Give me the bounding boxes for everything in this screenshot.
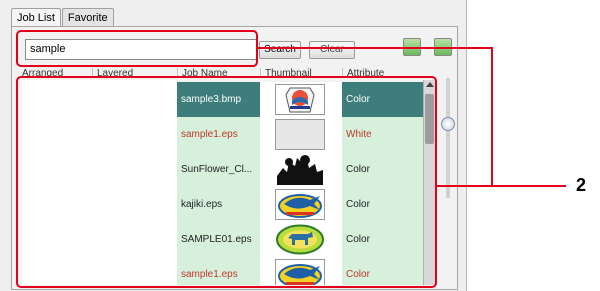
slider-knob[interactable] (441, 117, 455, 131)
search-callout-box (16, 30, 258, 67)
tab-favorite[interactable]: Favorite (61, 8, 114, 27)
thumbnail-size-slider[interactable] (446, 78, 450, 198)
callout-number: 2 (576, 175, 587, 195)
search-button[interactable]: Search (259, 41, 301, 59)
callout-line (436, 185, 566, 187)
list-callout-box (16, 76, 437, 288)
tab-job-list[interactable]: Job List (11, 8, 61, 27)
tab-bar: Job List Favorite (11, 8, 115, 27)
callout-line (491, 47, 493, 186)
callout-line (257, 47, 492, 49)
clear-button[interactable]: Clear (309, 41, 355, 59)
